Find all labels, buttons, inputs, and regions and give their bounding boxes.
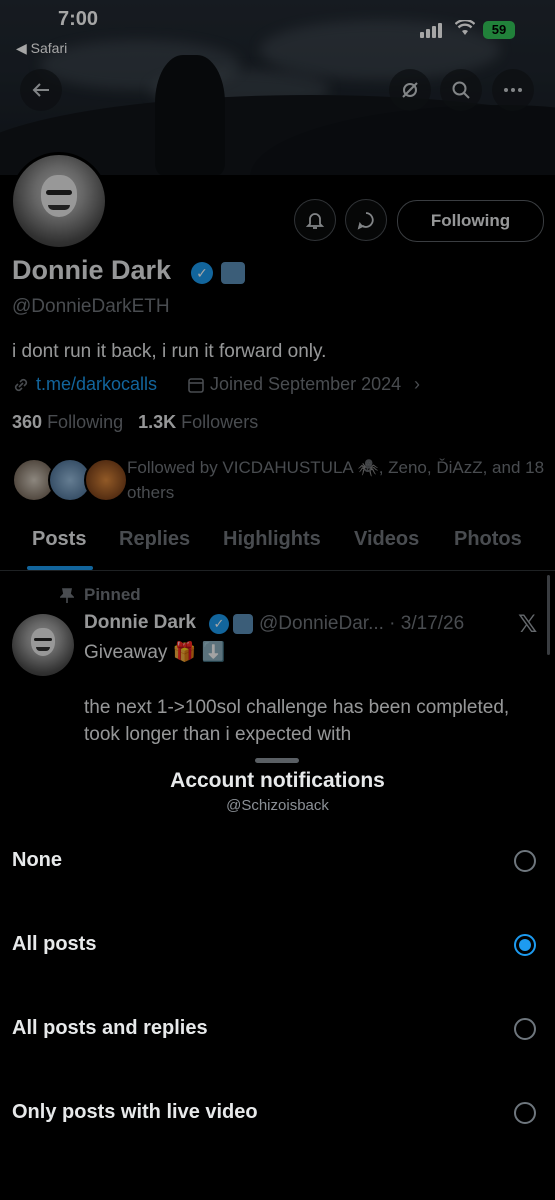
option-label: Only posts with live video [12, 1101, 258, 1123]
option-all-posts[interactable]: All posts [0, 916, 555, 976]
radio-button[interactable] [514, 1018, 536, 1040]
radio-button[interactable] [514, 850, 536, 872]
sheet-subtitle: @Schizoisback [226, 797, 329, 814]
sheet-grabber[interactable] [255, 758, 299, 763]
option-label: None [12, 849, 62, 871]
option-none[interactable]: None [0, 832, 555, 892]
radio-button-selected[interactable] [514, 934, 536, 956]
radio-button[interactable] [514, 1102, 536, 1124]
option-live-video[interactable]: Only posts with live video [0, 1084, 555, 1144]
sheet-title: Account notifications [170, 769, 385, 792]
option-label: All posts [12, 933, 97, 955]
option-all-posts-and-replies[interactable]: All posts and replies [0, 1000, 555, 1060]
option-label: All posts and replies [12, 1017, 208, 1039]
